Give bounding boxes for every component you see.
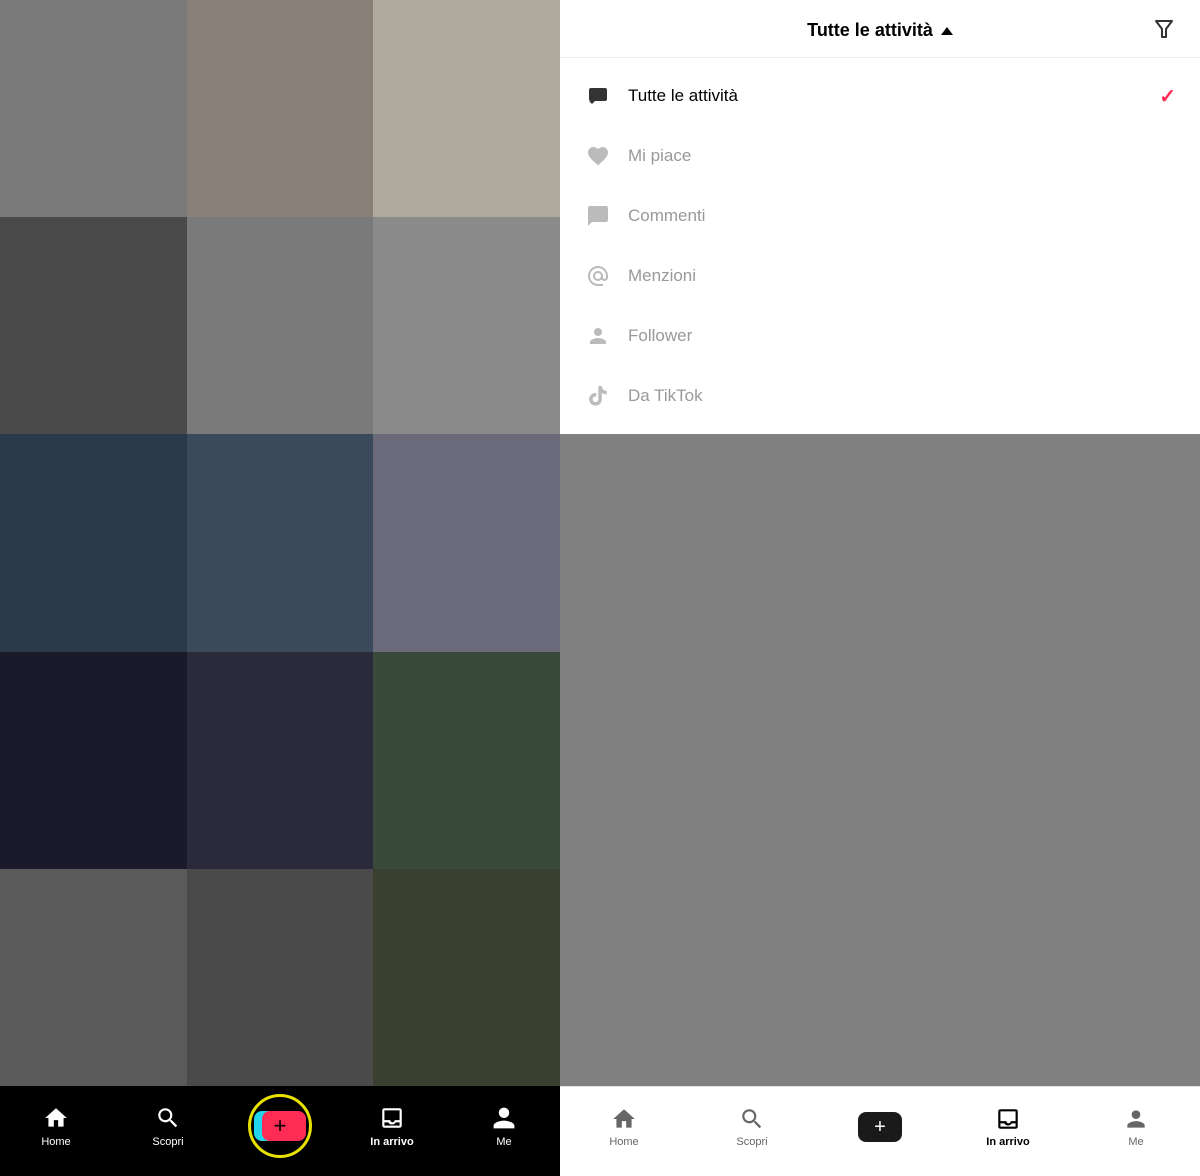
mosaic-cell-13 bbox=[0, 869, 187, 1086]
dropdown-sheet: Tutte le attività Tutte le bbox=[560, 0, 1200, 434]
bottom-nav-left: Home Scopri + bbox=[0, 1086, 560, 1176]
dropdown-title-text: Tutte le attività bbox=[807, 20, 933, 41]
inbox-icon-left bbox=[378, 1104, 406, 1132]
person-icon-right bbox=[1123, 1106, 1149, 1132]
plus-button-right[interactable]: + bbox=[858, 1112, 902, 1142]
mosaic-cell-12 bbox=[373, 652, 560, 869]
mosaic-cell-9 bbox=[373, 434, 560, 651]
person-icon-left bbox=[490, 1104, 518, 1132]
chevron-up-icon bbox=[941, 27, 953, 35]
search-icon-left bbox=[154, 1104, 182, 1132]
nav-me-right[interactable]: Me bbox=[1106, 1106, 1166, 1148]
mention-icon bbox=[584, 262, 612, 290]
nav-me-left[interactable]: Me bbox=[474, 1104, 534, 1148]
plus-inner-left: + bbox=[258, 1111, 302, 1141]
left-panel: Home Scopri + bbox=[0, 0, 560, 1176]
home-icon-right bbox=[611, 1106, 637, 1132]
nav-home-right[interactable]: Home bbox=[594, 1106, 654, 1148]
chat-icon bbox=[584, 82, 612, 110]
home-label-left: Home bbox=[41, 1136, 70, 1148]
mosaic-cell-5 bbox=[187, 217, 374, 434]
menu-label-mipiace: Mi piace bbox=[628, 146, 1176, 166]
mosaic-cell-10 bbox=[0, 652, 187, 869]
nav-plus-left[interactable]: + bbox=[250, 1108, 310, 1144]
menu-item-menzioni[interactable]: Menzioni bbox=[560, 246, 1200, 306]
mosaic-cell-15 bbox=[373, 869, 560, 1086]
gray-overlay bbox=[560, 434, 1200, 1086]
menu-item-commenti[interactable]: Commenti bbox=[560, 186, 1200, 246]
menu-label-datiktok: Da TikTok bbox=[628, 386, 1176, 406]
plus-button-left[interactable]: + bbox=[254, 1108, 306, 1144]
dropdown-title[interactable]: Tutte le attività bbox=[807, 20, 953, 41]
filter-icon[interactable] bbox=[1152, 17, 1176, 41]
menu-label-commenti: Commenti bbox=[628, 206, 1176, 226]
nav-plus-right[interactable]: + bbox=[850, 1112, 910, 1142]
home-icon-left bbox=[42, 1104, 70, 1132]
dropdown-header: Tutte le attività bbox=[560, 0, 1200, 58]
right-panel: Tutte le attività Tutte le bbox=[560, 0, 1200, 1176]
mosaic-cell-2 bbox=[187, 0, 374, 217]
dropdown-items: Tutte le attività ✓ Mi piace bbox=[560, 58, 1200, 434]
mosaic-cell-6 bbox=[373, 217, 560, 434]
nav-home-left[interactable]: Home bbox=[26, 1104, 86, 1148]
search-icon-right bbox=[739, 1106, 765, 1132]
scopri-label-left: Scopri bbox=[152, 1136, 183, 1148]
inbox-icon-right bbox=[995, 1106, 1021, 1132]
bottom-nav-right: Home Scopri + In arrivo bbox=[560, 1086, 1200, 1176]
scopri-label-right: Scopri bbox=[736, 1136, 767, 1148]
menu-label-tutte: Tutte le attività bbox=[628, 86, 1143, 106]
menu-item-follower[interactable]: Follower bbox=[560, 306, 1200, 366]
menu-item-mipiace[interactable]: Mi piace bbox=[560, 126, 1200, 186]
mosaic-background bbox=[0, 0, 560, 1086]
plus-symbol-right: + bbox=[874, 1117, 886, 1137]
mosaic-cell-3 bbox=[373, 0, 560, 217]
me-label-left: Me bbox=[496, 1136, 511, 1148]
check-mark-active: ✓ bbox=[1159, 84, 1176, 109]
mosaic-cell-1 bbox=[0, 0, 187, 217]
in-arrivo-label-left: In arrivo bbox=[370, 1136, 413, 1148]
nav-in-arrivo-left[interactable]: In arrivo bbox=[362, 1104, 422, 1148]
follower-person-icon bbox=[584, 322, 612, 350]
mosaic-cell-11 bbox=[187, 652, 374, 869]
mosaic-cell-14 bbox=[187, 869, 374, 1086]
menu-item-tutte[interactable]: Tutte le attività ✓ bbox=[560, 66, 1200, 126]
nav-scopri-right[interactable]: Scopri bbox=[722, 1106, 782, 1148]
tiktok-icon bbox=[584, 382, 612, 410]
mosaic-cell-7 bbox=[0, 434, 187, 651]
heart-icon bbox=[584, 142, 612, 170]
in-arrivo-label-right: In arrivo bbox=[986, 1136, 1029, 1148]
home-label-right: Home bbox=[609, 1136, 638, 1148]
menu-item-datiktok[interactable]: Da TikTok bbox=[560, 366, 1200, 426]
comment-icon bbox=[584, 202, 612, 230]
me-label-right: Me bbox=[1128, 1136, 1143, 1148]
nav-in-arrivo-right[interactable]: In arrivo bbox=[978, 1106, 1038, 1148]
mosaic-cell-8 bbox=[187, 434, 374, 651]
plus-symbol-left: + bbox=[274, 1115, 287, 1137]
menu-label-menzioni: Menzioni bbox=[628, 266, 1176, 286]
nav-scopri-left[interactable]: Scopri bbox=[138, 1104, 198, 1148]
mosaic-cell-4 bbox=[0, 217, 187, 434]
menu-label-follower: Follower bbox=[628, 326, 1176, 346]
